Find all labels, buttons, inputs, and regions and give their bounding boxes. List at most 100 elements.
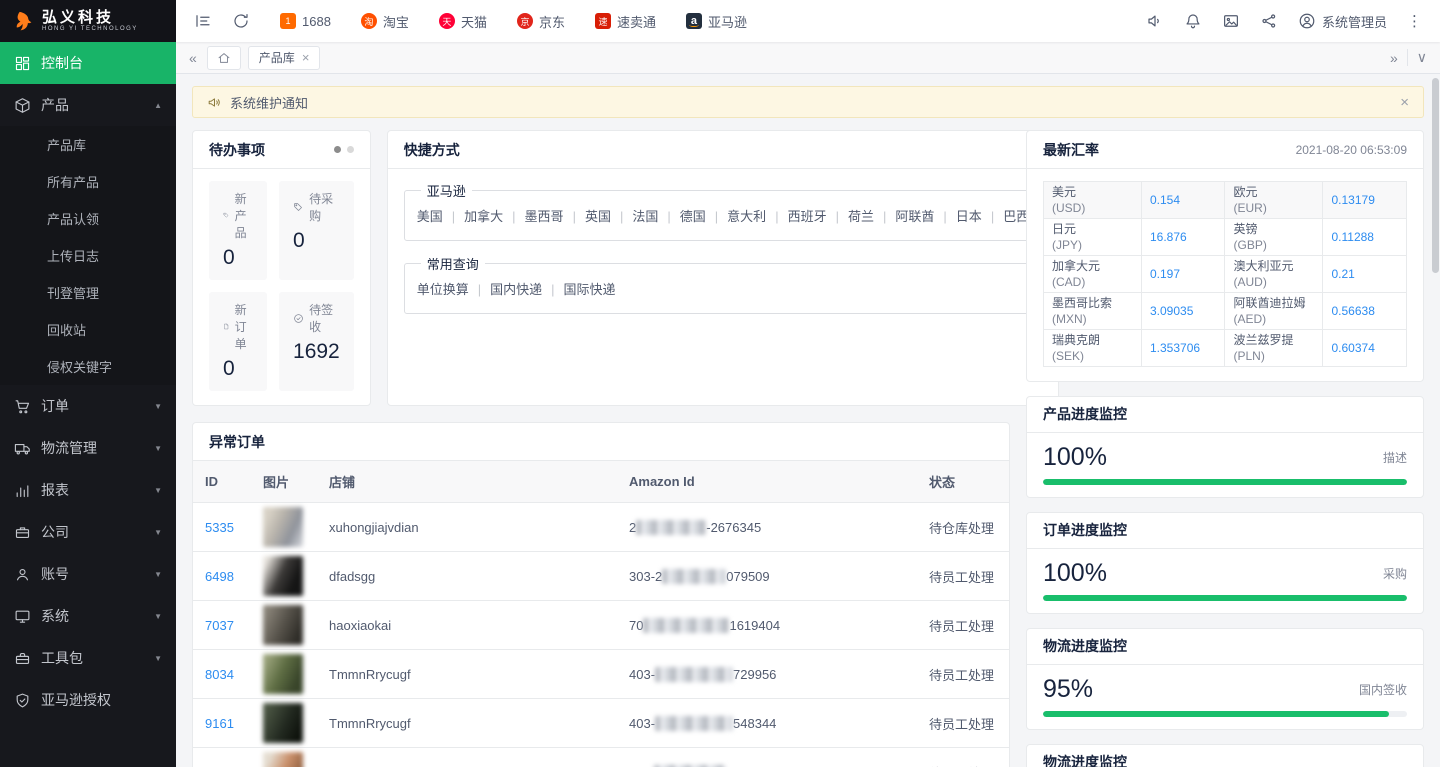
product-image[interactable]	[263, 703, 303, 743]
todo-value: 1692	[293, 340, 340, 364]
close-icon[interactable]: ×	[1400, 94, 1409, 111]
share-network-icon[interactable]	[1260, 12, 1278, 30]
sidebar-subitem-product-claim[interactable]: 产品认领	[0, 200, 176, 237]
sidebar-item-amazon-auth[interactable]: 亚马逊授权	[0, 679, 176, 721]
order-id-link[interactable]: 7037	[205, 618, 234, 633]
sidebar-item-label: 系统	[41, 606, 69, 626]
shortcut-link-ca[interactable]: 加拿大	[443, 209, 503, 224]
shortcut-group-amazon: 亚马逊 美国加拿大墨西哥英国法国德国意大利西班牙荷兰阿联酋日本巴西	[404, 181, 1042, 241]
order-id-link[interactable]: 9161	[205, 716, 234, 731]
marketplace-link-amazon[interactable]: a 亚马逊	[686, 12, 747, 31]
shortcut-link-domestic-express[interactable]: 国内快递	[469, 282, 542, 297]
marketplace-link-jd[interactable]: 京 京东	[517, 12, 565, 31]
shortcut-links: 美国加拿大墨西哥英国法国德国意大利西班牙荷兰阿联酋日本巴西	[417, 204, 1029, 230]
sidebar-subitem-product-library[interactable]: 产品库	[0, 126, 176, 163]
shortcut-link-de[interactable]: 德国	[658, 209, 705, 224]
shop-name: haoxiaokai	[329, 618, 391, 633]
shortcut-link-jp[interactable]: 日本	[934, 209, 981, 224]
collapse-menu-icon[interactable]	[194, 12, 212, 30]
redacted-segment	[643, 618, 729, 633]
todo-item-new-order[interactable]: 新订单 0	[209, 292, 267, 391]
order-id-link[interactable]: 6498	[205, 569, 234, 584]
todo-item-new-product[interactable]: 新产品 0	[209, 181, 267, 280]
product-image[interactable]	[263, 605, 303, 645]
product-image[interactable]	[263, 752, 303, 767]
product-image[interactable]	[263, 556, 303, 596]
shortcut-link-ae[interactable]: 阿联酋	[874, 209, 934, 224]
tab-product-library[interactable]: 产品库 ×	[248, 46, 321, 70]
shortcut-link-es[interactable]: 西班牙	[766, 209, 826, 224]
rate-name-cell: 日元(JPY)	[1044, 218, 1142, 255]
sidebar-item-reports[interactable]: 报表 ▼	[0, 469, 176, 511]
sidebar-item-product[interactable]: 产品 ▲	[0, 84, 176, 126]
subitem-label: 上传日志	[47, 246, 99, 265]
product-image[interactable]	[263, 507, 303, 547]
bell-icon[interactable]	[1184, 12, 1202, 30]
shortcut-link-it[interactable]: 意大利	[706, 209, 766, 224]
caret-down-icon: ▼	[154, 570, 162, 579]
sidebar-item-orders[interactable]: 订单 ▼	[0, 385, 176, 427]
tabs-scroll-right-icon[interactable]: »	[1387, 50, 1401, 66]
vertical-scrollbar[interactable]	[1432, 76, 1439, 767]
todo-item-pending-purchase[interactable]: 待采购 0	[279, 181, 354, 280]
marketplace-link-taobao[interactable]: 淘 淘宝	[361, 12, 409, 31]
user-menu[interactable]: 系统管理员	[1298, 12, 1387, 31]
sidebar-item-system[interactable]: 系统 ▼	[0, 595, 176, 637]
shortcut-link-nl[interactable]: 荷兰	[827, 209, 874, 224]
volume-icon[interactable]	[1146, 12, 1164, 30]
shortcuts-card-body: 亚马逊 美国加拿大墨西哥英国法国德国意大利西班牙荷兰阿联酋日本巴西 常用查询 单…	[388, 169, 1058, 330]
shortcut-link-us[interactable]: 美国	[417, 209, 443, 224]
shortcut-link-fr[interactable]: 法国	[611, 209, 658, 224]
shortcut-link-unit-convert[interactable]: 单位换算	[417, 282, 469, 297]
shortcuts-card-header: 快捷方式	[388, 131, 1058, 169]
card-title: 异常订单	[209, 432, 265, 452]
notice-text[interactable]: 系统维护通知	[230, 93, 308, 112]
sidebar-item-label: 物流管理	[41, 438, 97, 458]
sidebar-item-label: 亚马逊授权	[41, 690, 111, 710]
sidebar-item-toolbox[interactable]: 工具包 ▼	[0, 637, 176, 679]
sidebar-subitem-recycle-bin[interactable]: 回收站	[0, 311, 176, 348]
aliexpress-icon: 速	[595, 13, 611, 29]
sidebar-item-console[interactable]: 控制台	[0, 42, 176, 84]
tab-home[interactable]	[207, 46, 241, 70]
amazon-id: 2-2676345	[629, 520, 761, 535]
rate-row: 美元(USD) 0.154 欧元(EUR) 0.13179	[1044, 182, 1407, 219]
sidebar-subitem-all-products[interactable]: 所有产品	[0, 163, 176, 200]
refresh-icon[interactable]	[232, 12, 250, 30]
sidebar-item-logistics[interactable]: 物流管理 ▼	[0, 427, 176, 469]
progress-label: 采购	[1383, 565, 1407, 587]
shortcut-link-uk[interactable]: 英国	[564, 209, 611, 224]
caret-down-icon: ▼	[154, 402, 162, 411]
gallery-icon[interactable]	[1222, 12, 1240, 30]
progress-percent: 95%	[1043, 675, 1093, 703]
tabs-scroll-left-icon[interactable]: «	[186, 50, 200, 66]
toolbox-icon	[14, 650, 31, 667]
sidebar-subitem-upload-log[interactable]: 上传日志	[0, 237, 176, 274]
marketplace-link-aliexpress[interactable]: 速 速卖通	[595, 12, 656, 31]
carousel-dot-active[interactable]	[334, 146, 341, 153]
product-image[interactable]	[263, 654, 303, 694]
shortcut-link-intl-express[interactable]: 国际快递	[542, 282, 615, 297]
order-id-link[interactable]: 8034	[205, 667, 234, 682]
tabs-dropdown-icon[interactable]: ∨	[1407, 49, 1430, 66]
amazon-icon: a	[686, 13, 702, 29]
sidebar-item-company[interactable]: 公司 ▼	[0, 511, 176, 553]
sidebar-item-account[interactable]: 账号 ▼	[0, 553, 176, 595]
marketplace-link-tmall[interactable]: 天 天猫	[439, 12, 487, 31]
close-icon[interactable]: ×	[302, 50, 310, 65]
more-menu-icon[interactable]: ⋮	[1407, 12, 1422, 30]
jd-icon: 京	[517, 13, 533, 29]
order-id-link[interactable]: 5335	[205, 520, 234, 535]
app-logo[interactable]: 弘义科技 HONG YI TECHNOLOGY	[0, 0, 176, 42]
marketplace-link-1688[interactable]: 1 1688	[280, 13, 331, 29]
rates-card-body: 美元(USD) 0.154 欧元(EUR) 0.13179 日元(JPY) 16…	[1027, 169, 1423, 381]
shortcut-link-br[interactable]: 巴西	[982, 209, 1029, 224]
carousel-dot[interactable]	[347, 146, 354, 153]
scrollbar-thumb[interactable]	[1432, 78, 1439, 273]
todo-item-pending-receipt[interactable]: 待签收 1692	[279, 292, 354, 391]
todo-label: 待签收	[309, 301, 340, 335]
logo-subtitle: HONG YI TECHNOLOGY	[42, 26, 138, 32]
sidebar-subitem-listing-manage[interactable]: 刊登管理	[0, 274, 176, 311]
sidebar-subitem-infringing-keywords[interactable]: 侵权关键字	[0, 348, 176, 385]
shortcut-link-mx[interactable]: 墨西哥	[503, 209, 563, 224]
